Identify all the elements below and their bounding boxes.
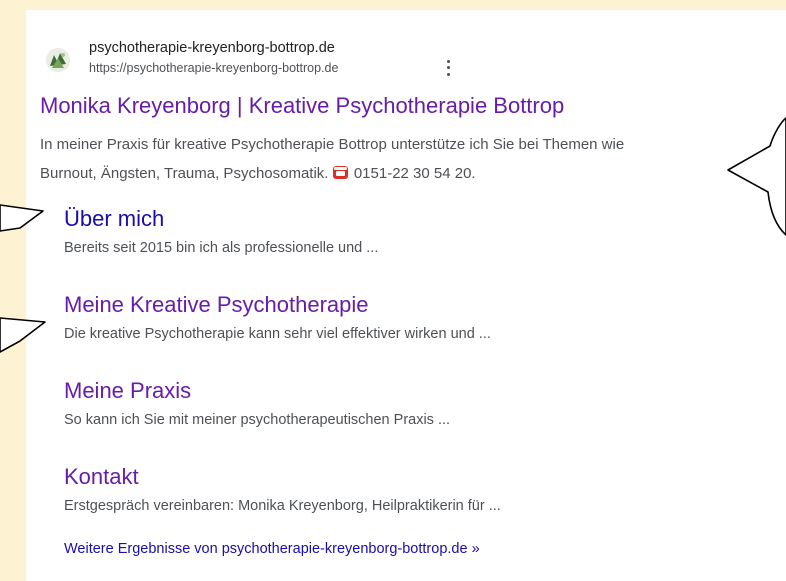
speech-bubble-pointer-left-lower [0, 317, 46, 353]
speech-bubble-pointer-left-upper [0, 204, 44, 232]
speech-bubble-decorations [0, 117, 786, 353]
speech-bubble-pointer-right [727, 117, 786, 236]
